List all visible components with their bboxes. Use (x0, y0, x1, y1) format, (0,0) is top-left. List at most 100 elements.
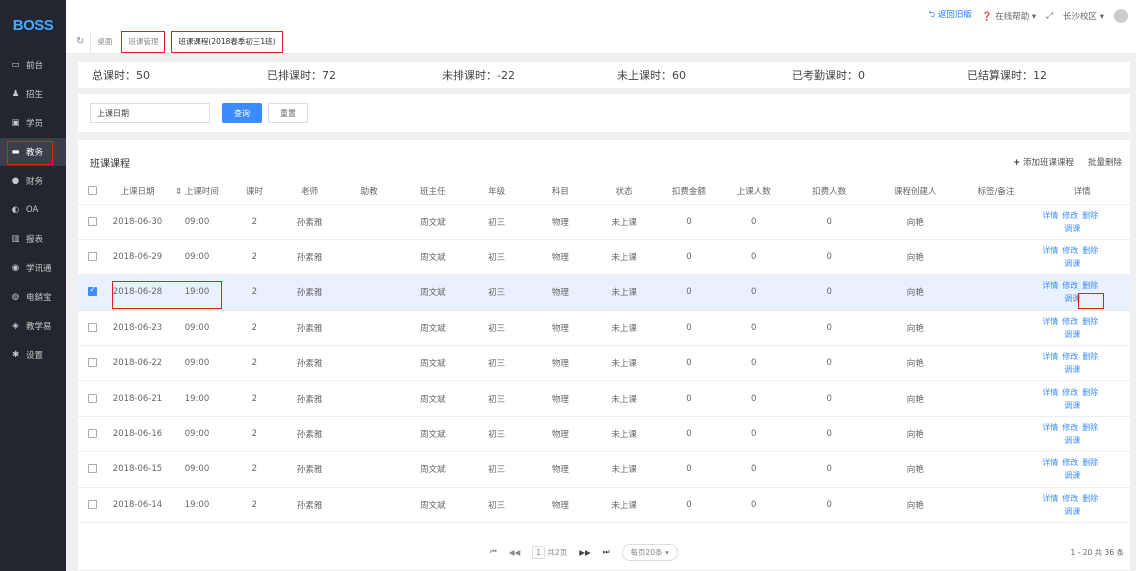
detail-link[interactable]: 详情 (1042, 494, 1058, 503)
filter-bar: 上课日期 查询 重置 (78, 94, 1130, 132)
edit-link[interactable]: 修改 (1062, 317, 1078, 326)
cell-teacher: 孙素雅 (282, 239, 338, 276)
delete-link[interactable]: 删除 (1082, 352, 1098, 361)
app-logo[interactable]: BOSS (0, 0, 66, 50)
row-checkbox[interactable] (88, 285, 98, 297)
adjust-link[interactable]: 调课 (1064, 365, 1080, 374)
delete-link[interactable]: 删除 (1082, 494, 1098, 503)
sidebar-item-0[interactable]: ▭ 前台 (0, 51, 66, 79)
column-header[interactable]: ⇕ 上课时间 (167, 178, 227, 205)
edit-link[interactable]: 修改 (1062, 211, 1078, 220)
table-row[interactable]: 2018-06-30 09:00 2 孙素雅 周文斌 初三 物理 未上课 0 0 0 向艳 详情 修改 删除… (78, 204, 1130, 240)
table-row[interactable]: 2018-06-14 19:00 2 孙素雅 周文斌 初三 物理 未上课 0 0 0 向艳 详情 修改 删除… (78, 487, 1130, 524)
table-row[interactable]: 2018-06-29 09:00 2 孙素雅 周文斌 初三 物理 未上课 0 0 0 向艳 详情 修改 删除… (78, 239, 1130, 276)
tab-current-course[interactable]: 班课课程(2018春季初三1班) (171, 30, 283, 53)
reset-button[interactable]: 重置 (268, 103, 308, 123)
row-checkbox[interactable] (88, 464, 98, 474)
table-row[interactable]: 2018-06-22 09:00 2 孙素雅 周文斌 初三 物理 未上课 0 0 0 向艳 详情 修改 删除… (78, 345, 1130, 382)
table-row[interactable]: 2018-06-2819:002孙素雅周文斌初三物理未上课000向艳详情修改删除… (78, 274, 1130, 311)
sidebar-item-5[interactable]: ◐ OA (0, 196, 66, 224)
sidebar-item-1[interactable]: ♟ 招生 (0, 80, 66, 108)
cell-hours: 2 (226, 345, 282, 382)
detail-link[interactable]: 详情 (1042, 388, 1058, 397)
delete-link[interactable]: 删除 (1082, 246, 1098, 255)
adjust-link[interactable]: 调课 (1064, 471, 1080, 480)
help-link[interactable]: ❓ 在线帮助 ▾ (982, 10, 1036, 22)
next-page-icon[interactable]: ▶▶ (579, 548, 591, 557)
avatar[interactable] (1114, 8, 1128, 23)
cell-attend: 0 (721, 239, 786, 276)
row-checkbox[interactable] (88, 322, 98, 332)
cell-subject: 物理 (528, 487, 593, 524)
adjust-link[interactable]: 调课 (1064, 507, 1080, 516)
table-row[interactable]: 2018-06-23 09:00 2 孙素雅 周文斌 初三 物理 未上课 0 0 0 向艳 详情 修改 删除… (78, 310, 1130, 347)
refresh-icon[interactable]: ↻ (76, 36, 84, 47)
last-page-icon[interactable]: ⏭ (603, 547, 610, 557)
row-checkbox[interactable] (88, 393, 98, 403)
adjust-link[interactable]: 调课 (1064, 330, 1080, 339)
sidebar-item-7[interactable]: ◉ 学讯通 (0, 254, 66, 282)
sort-icon[interactable]: ⇕ (175, 187, 185, 197)
cell-status: 未上课 (592, 487, 656, 524)
delete-link[interactable]: 删除 (1082, 388, 1098, 397)
detail-link[interactable]: 详情 (1042, 458, 1058, 467)
edit-link[interactable]: 修改 (1062, 423, 1078, 432)
delete-link[interactable]: 删除 (1082, 211, 1098, 220)
delete-link[interactable]: 删除 (1082, 281, 1098, 290)
edit-link[interactable]: 修改 (1062, 388, 1078, 397)
per-page-select[interactable]: 每页20条 ▾ (621, 543, 678, 561)
detail-link[interactable]: 详情 (1042, 352, 1058, 361)
table-row[interactable]: 2018-06-16 09:00 2 孙素雅 周文斌 初三 物理 未上课 0 0 0 向艳 详情 修改 删除… (78, 416, 1130, 453)
adjust-link[interactable]: 调课 (1064, 436, 1080, 445)
column-header-label: 标签/备注 (977, 186, 1015, 197)
date-input[interactable]: 上课日期 (90, 103, 210, 123)
adjust-link[interactable]: 调课 (1064, 401, 1080, 410)
batch-delete-button[interactable]: 批量删除 (1088, 156, 1122, 168)
bar-chart-icon: ▥ (11, 234, 20, 244)
table-row[interactable]: 2018-06-21 19:00 2 孙素雅 周文斌 初三 物理 未上课 0 0 0 向艳 详情 修改 删除… (78, 380, 1130, 417)
sidebar-item-3[interactable]: ▬ 教务 (0, 138, 66, 166)
delete-link[interactable]: 删除 (1082, 423, 1098, 432)
table-row[interactable]: 2018-06-15 09:00 2 孙素雅 周文斌 初三 物理 未上课 0 0 0 向艳 详情 修改 删除… (78, 451, 1130, 488)
add-course-button[interactable]: + 添加班课课程 (1013, 156, 1074, 168)
detail-link[interactable]: 详情 (1042, 211, 1058, 220)
stat-total: 总课时：50 (92, 69, 150, 82)
row-checkbox[interactable] (88, 429, 98, 439)
tab-class-management[interactable]: 班课管理 (121, 30, 166, 53)
detail-link[interactable]: 详情 (1042, 246, 1058, 255)
campus-select[interactable]: 长沙校区 ▾ (1063, 10, 1104, 22)
prev-page-icon[interactable]: ◀◀ (509, 548, 521, 557)
edit-link[interactable]: 修改 (1062, 352, 1078, 361)
back-old-version-link[interactable]: ⮌ 返回旧版 (928, 8, 972, 23)
adjust-link[interactable]: 调课 (1064, 259, 1080, 268)
row-checkbox[interactable] (88, 358, 98, 368)
sidebar-item-6[interactable]: ▥ 报表 (0, 225, 66, 253)
fullscreen-icon[interactable]: ⤢ (1046, 11, 1053, 21)
sidebar-item-2[interactable]: ▣ 学员 (0, 109, 66, 137)
page-input[interactable]: 1 (532, 545, 546, 559)
delete-link[interactable]: 删除 (1082, 458, 1098, 467)
delete-link[interactable]: 删除 (1082, 317, 1098, 326)
edit-link[interactable]: 修改 (1062, 246, 1078, 255)
sidebar-item-9[interactable]: ◈ 教学易 (0, 312, 66, 340)
cell-hours: 2 (226, 380, 282, 417)
sidebar-item-4[interactable]: ● 财务 (0, 167, 66, 195)
cell-note (957, 451, 1035, 488)
detail-link[interactable]: 详情 (1042, 281, 1058, 290)
adjust-link[interactable]: 调课 (1064, 224, 1080, 233)
detail-link[interactable]: 详情 (1042, 423, 1058, 432)
sidebar-item-8[interactable]: ◍ 电銷宝 (0, 283, 66, 311)
first-page-icon[interactable]: ⏮ (490, 547, 497, 557)
detail-link[interactable]: 详情 (1042, 317, 1058, 326)
query-button[interactable]: 查询 (222, 103, 262, 123)
sidebar-item-10[interactable]: ✱ 设置 (0, 341, 66, 369)
row-checkbox[interactable] (88, 499, 98, 509)
select-all-checkbox[interactable] (88, 185, 98, 195)
tab-desktop[interactable]: 桌面 (90, 30, 118, 53)
row-checkbox[interactable] (88, 252, 98, 262)
edit-link[interactable]: 修改 (1062, 494, 1078, 503)
edit-link[interactable]: 修改 (1062, 458, 1078, 467)
edit-link[interactable]: 修改 (1062, 281, 1078, 290)
stat-scheduled: 已排课时：72 (267, 69, 336, 82)
row-checkbox[interactable] (88, 216, 98, 226)
